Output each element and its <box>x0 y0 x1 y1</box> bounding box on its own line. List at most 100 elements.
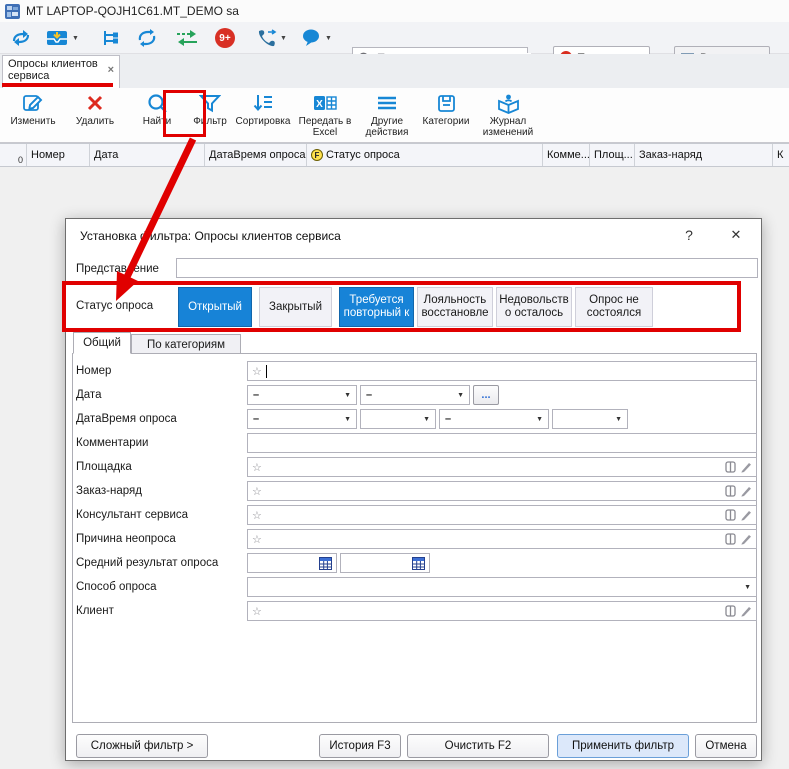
clear-button[interactable]: Очистить F2 <box>407 734 549 758</box>
column-header-comments[interactable]: Комме... <box>543 144 590 166</box>
tab-by-categories[interactable]: По категориям <box>131 334 241 355</box>
edit-button[interactable]: Изменить <box>4 90 62 127</box>
advanced-filter-button[interactable]: Сложный фильтр > <box>76 734 208 758</box>
transfer-arrows-icon <box>175 28 199 48</box>
view-input[interactable] <box>176 258 758 278</box>
change-log-button[interactable]: Журнал изменений <box>476 90 540 138</box>
history-button[interactable]: История F3 <box>319 734 401 758</box>
pencil-icon[interactable] <box>740 509 752 521</box>
number-input[interactable]: ☆ <box>247 361 757 381</box>
sort-icon <box>252 90 274 116</box>
cancel-label: Отмена <box>705 740 746 752</box>
method-select[interactable]: ▼ <box>247 577 757 597</box>
menu-lines-icon <box>376 90 398 116</box>
lookup-icon[interactable] <box>725 605 736 617</box>
avg-from-input[interactable] <box>247 553 337 573</box>
noreason-input[interactable]: ☆ <box>247 529 757 549</box>
consultant-input[interactable]: ☆ <box>247 505 757 525</box>
edit-label: Изменить <box>10 116 55 127</box>
column-header-order[interactable]: Заказ-наряд <box>635 144 773 166</box>
client-input[interactable]: ☆ <box>247 601 757 621</box>
chat-button[interactable]: ▼ <box>300 26 332 50</box>
categories-button[interactable]: Категории <box>417 90 475 127</box>
lookup-icon[interactable] <box>725 509 736 521</box>
consultant-label: Консультант сервиса <box>76 509 188 521</box>
chevron-down-icon: ▼ <box>72 35 79 42</box>
column-header-datetime[interactable]: ДатаВремя опроса <box>205 144 307 166</box>
field-row-consultant: Консультант сервиса ☆ <box>73 505 756 527</box>
refresh-button[interactable] <box>136 26 158 50</box>
field-row-datetime: ДатаВремя опроса – ▼ ▼ – ▼ ▼ <box>73 409 756 431</box>
site-input[interactable]: ☆ <box>247 457 757 477</box>
tree-icon <box>100 28 120 48</box>
tree-button[interactable] <box>100 26 120 50</box>
cancel-button[interactable]: Отмена <box>695 734 757 758</box>
pencil-icon[interactable] <box>740 533 752 545</box>
pencil-icon[interactable] <box>740 485 752 497</box>
date-ellipsis-button[interactable]: ... <box>473 385 499 405</box>
apply-filter-button[interactable]: Применить фильтр <box>557 734 689 758</box>
exchange-button[interactable] <box>10 26 32 50</box>
inbox-button[interactable]: ▼ <box>45 26 79 50</box>
dialog-title: Установка фильтра: Опросы клиентов серви… <box>80 229 341 243</box>
star-icon: ☆ <box>252 365 262 378</box>
chevron-down-icon: ▼ <box>344 416 351 423</box>
transfer-button[interactable] <box>175 26 199 50</box>
field-row-avg-result: Средний результат опроса <box>73 553 756 575</box>
journal-book-icon <box>497 90 520 116</box>
more-actions-button[interactable]: Другие действия <box>358 90 416 138</box>
method-label: Способ опроса <box>76 581 157 593</box>
lookup-icon[interactable] <box>725 485 736 497</box>
filter-form-panel: Номер ☆ Дата – ▼ – ▼ ... ДатаВр <box>72 353 757 723</box>
date-condition-select[interactable]: – ▼ <box>247 385 357 405</box>
exchange-icon <box>10 28 32 48</box>
tab-label-line1: Опросы клиентов <box>8 58 115 70</box>
lookup-icon[interactable] <box>725 461 736 473</box>
column-header-status-label: Статус опроса <box>326 149 400 161</box>
change-log-label: Журнал изменений <box>476 116 540 138</box>
sort-button[interactable]: Сортировка <box>234 90 292 127</box>
comments-input[interactable] <box>247 433 757 453</box>
comments-label: Комментарии <box>76 437 148 449</box>
pencil-icon[interactable] <box>740 461 752 473</box>
datetime-condition2-select[interactable]: – ▼ <box>439 409 549 429</box>
chevron-down-icon: ▼ <box>457 392 464 399</box>
tab-general[interactable]: Общий <box>73 332 131 354</box>
combo-value: – <box>253 413 259 425</box>
export-excel-button[interactable]: X Передать в Excel <box>293 90 357 138</box>
column-header-client[interactable]: К <box>773 144 789 166</box>
column-header-date[interactable]: Дата <box>90 144 205 166</box>
delete-button[interactable]: Удалить <box>63 90 127 127</box>
phone-button[interactable]: ▼ <box>255 26 287 50</box>
datetime-value2-select[interactable]: ▼ <box>552 409 628 429</box>
dialog-close-button[interactable]: ✕ <box>725 227 747 243</box>
chevron-down-icon: ▼ <box>615 416 622 423</box>
calculator-icon[interactable] <box>319 557 332 570</box>
tab-general-label: Общий <box>83 337 121 349</box>
datetime-value1-select[interactable]: ▼ <box>360 409 436 429</box>
column-header-site[interactable]: Площ... <box>590 144 635 166</box>
date-label: Дата <box>76 389 101 401</box>
column-header-status[interactable]: F Статус опроса <box>307 144 543 166</box>
site-label: Площадка <box>76 461 132 473</box>
notifications-button[interactable]: 9+ <box>215 26 235 50</box>
lookup-icon[interactable] <box>725 533 736 545</box>
annotation-filter-button-box <box>163 90 206 137</box>
star-icon: ☆ <box>252 485 262 498</box>
datetime-condition1-select[interactable]: – ▼ <box>247 409 357 429</box>
sort-label: Сортировка <box>235 116 291 127</box>
column-header-number[interactable]: Номер <box>27 144 90 166</box>
calculator-icon[interactable] <box>412 557 425 570</box>
star-icon: ☆ <box>252 605 262 618</box>
annotation-tab-underline <box>2 83 113 87</box>
pencil-icon[interactable] <box>740 605 752 617</box>
excel-icon: X <box>313 90 337 116</box>
avg-to-input[interactable] <box>340 553 430 573</box>
dialog-help-button[interactable]: ? <box>679 227 699 243</box>
order-input[interactable]: ☆ <box>247 481 757 501</box>
star-icon: ☆ <box>252 461 262 474</box>
tab-close-icon[interactable]: × <box>108 64 114 76</box>
field-row-site: Площадка ☆ <box>73 457 756 479</box>
date-value-select[interactable]: – ▼ <box>360 385 470 405</box>
annotation-status-row-box <box>62 281 741 332</box>
